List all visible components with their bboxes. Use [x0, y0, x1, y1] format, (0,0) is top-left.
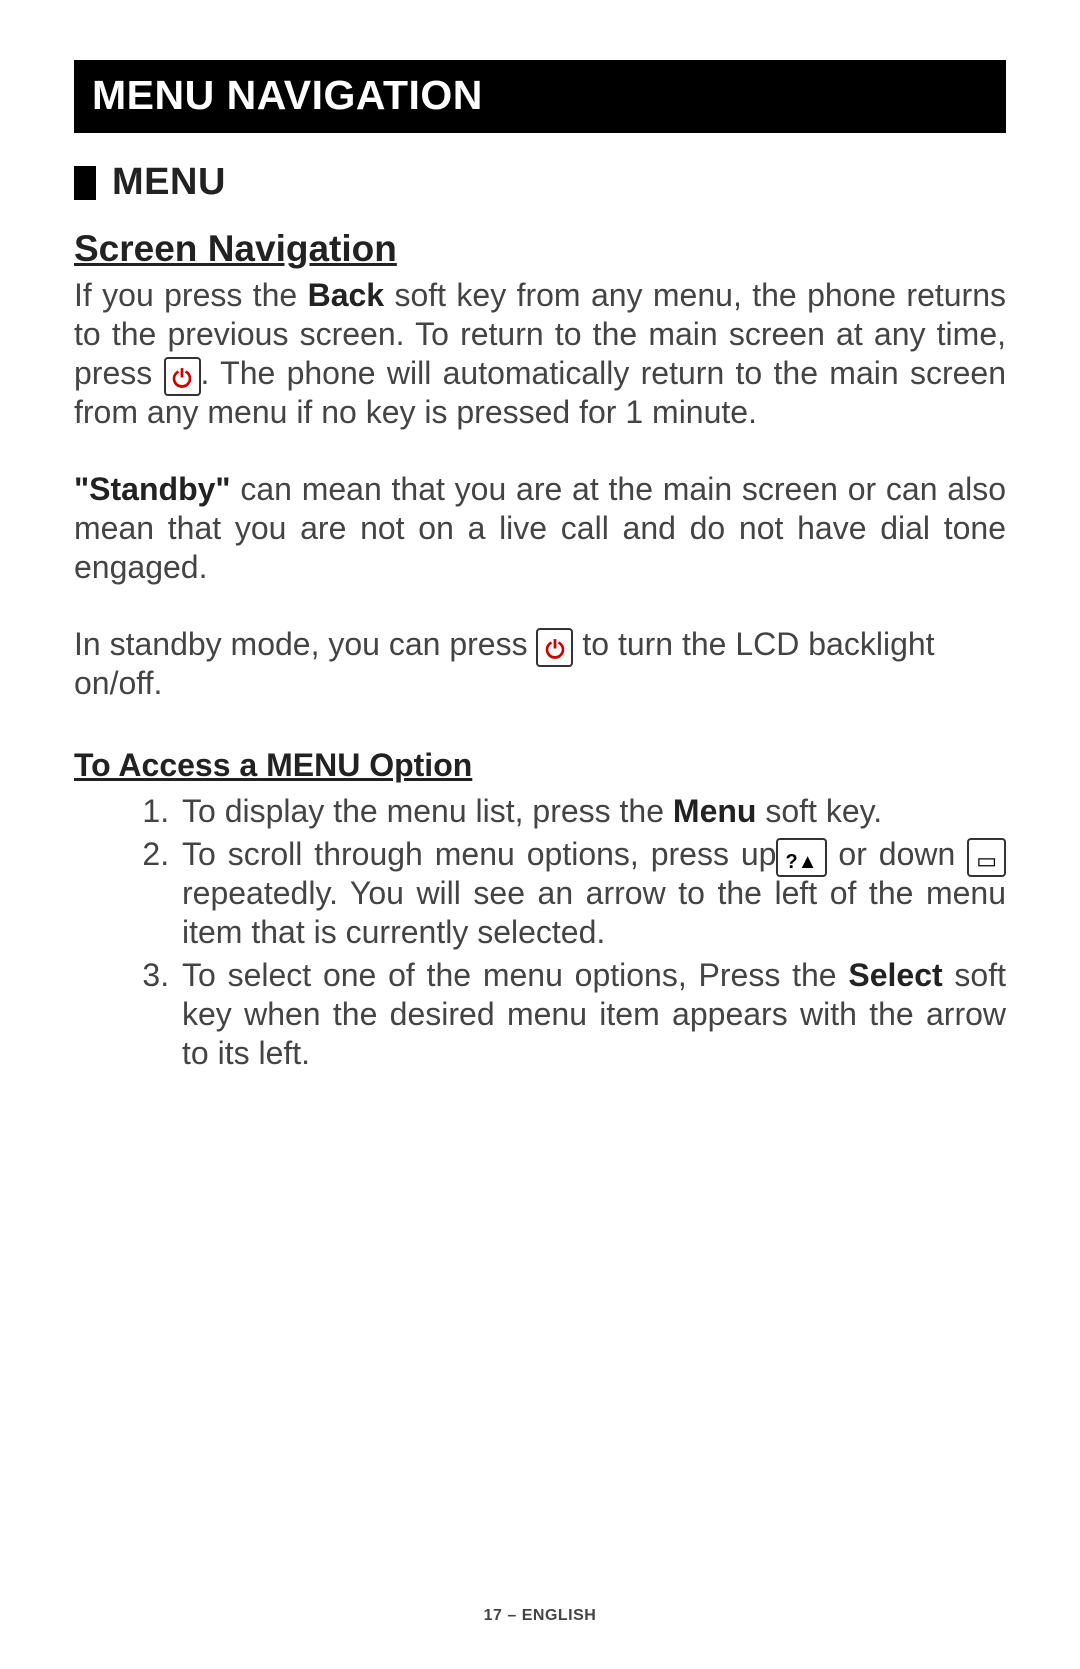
- section-menu-label: MENU: [112, 161, 226, 204]
- step1-text-a: To display the menu list, press the: [182, 793, 673, 829]
- step2-text-b: or down: [827, 836, 968, 872]
- end-call-key-icon: ⏻: [536, 628, 573, 667]
- p1-text-c: . The phone will automatically return to…: [74, 355, 1006, 430]
- step-1: To display the menu list, press the Menu…: [178, 792, 1006, 831]
- paragraph-2: "Standby" can mean that you are at the m…: [74, 470, 1006, 587]
- sub-heading: Screen Navigation: [74, 228, 1006, 270]
- page: MENU NAVIGATION MENU Screen Navigation I…: [0, 0, 1080, 1669]
- p1-text-a: If you press the: [74, 277, 308, 313]
- standby-label: "Standby": [74, 471, 231, 507]
- step3-text-a: To select one of the menu options, Press…: [182, 957, 848, 993]
- steps-list: To display the menu list, press the Menu…: [74, 792, 1006, 1073]
- down-key-icon: ▭: [967, 838, 1006, 877]
- paragraph-3: In standby mode, you can press ⏻ to turn…: [74, 625, 1006, 703]
- p3-text-a: In standby mode, you can press: [74, 626, 536, 662]
- menu-key-label: Menu: [673, 793, 757, 829]
- step2-text-c: repeatedly. You will see an arrow to the…: [182, 875, 1006, 950]
- step1-text-b: soft key.: [756, 793, 882, 829]
- page-footer: 17 – ENGLISH: [0, 1607, 1080, 1625]
- section-bullet-icon: [74, 166, 96, 200]
- banner: MENU NAVIGATION: [74, 60, 1006, 133]
- select-key-label: Select: [848, 957, 942, 993]
- step2-text-a: To scroll through menu options, press up: [182, 836, 776, 872]
- end-call-key-icon: ⏻: [164, 357, 201, 396]
- step-2: To scroll through menu options, press up…: [178, 835, 1006, 952]
- paragraph-1: If you press the Back soft key from any …: [74, 276, 1006, 432]
- list-heading: To Access a MENU Option: [74, 747, 1006, 784]
- banner-title: MENU NAVIGATION: [92, 72, 988, 119]
- up-key-icon: ?▲: [776, 838, 826, 877]
- back-key-label: Back: [308, 277, 385, 313]
- step-3: To select one of the menu options, Press…: [178, 956, 1006, 1073]
- section-menu-row: MENU: [74, 161, 1006, 204]
